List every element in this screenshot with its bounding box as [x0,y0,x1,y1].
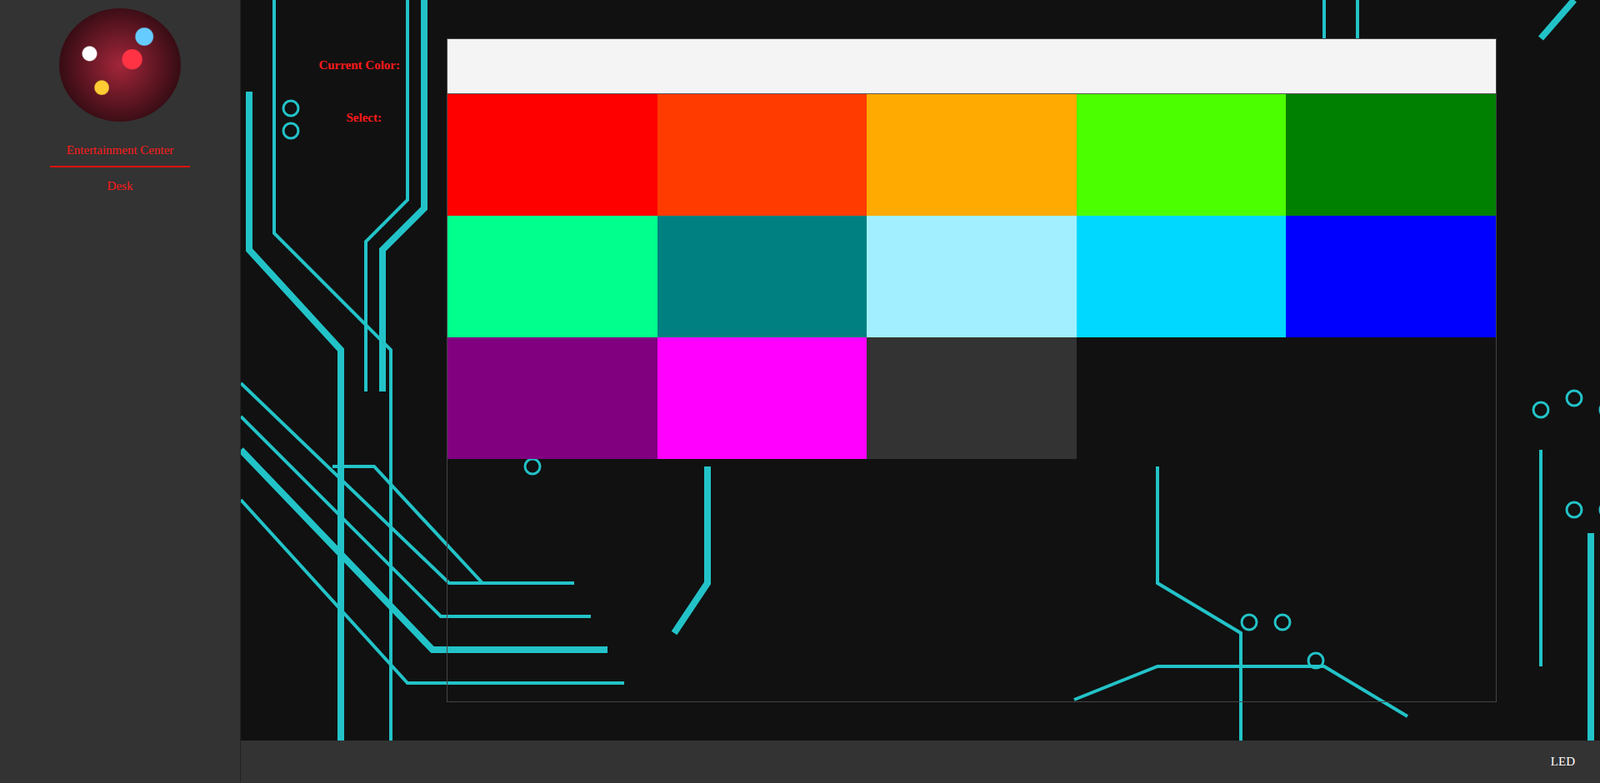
color-panel [446,38,1497,703]
color-swatch[interactable] [447,337,658,460]
color-swatch[interactable] [866,215,1077,338]
color-swatch[interactable] [447,215,658,338]
footer-bar: LED [240,740,1600,783]
nav-list: Entertainment Center Desk [50,140,190,202]
color-swatch[interactable] [447,94,658,216]
logo-image [59,8,181,122]
sidebar-item[interactable]: Entertainment Center [50,140,190,168]
color-swatch[interactable] [657,215,868,338]
color-swatch[interactable] [1076,215,1287,338]
label-column: Current Color: Select: [240,38,447,741]
content-area: Current Color: Select: [240,0,1600,741]
color-swatch[interactable] [1285,94,1496,216]
color-swatch[interactable] [657,337,868,460]
sidebar: Entertainment Center Desk [0,0,241,783]
color-swatch[interactable] [1076,94,1287,216]
select-label: Select: [346,110,382,125]
footer-title: LED [1550,755,1575,770]
main-area: Current Color: Select: LED [240,0,1600,783]
color-swatch[interactable] [866,337,1077,460]
sidebar-item[interactable]: Desk [107,175,134,202]
color-grid [447,94,1496,460]
color-swatch[interactable] [1285,215,1496,338]
color-swatch[interactable] [657,94,868,216]
color-swatch[interactable] [866,94,1077,216]
current-color-bar [447,39,1496,95]
current-color-label: Current Color: [318,38,400,93]
